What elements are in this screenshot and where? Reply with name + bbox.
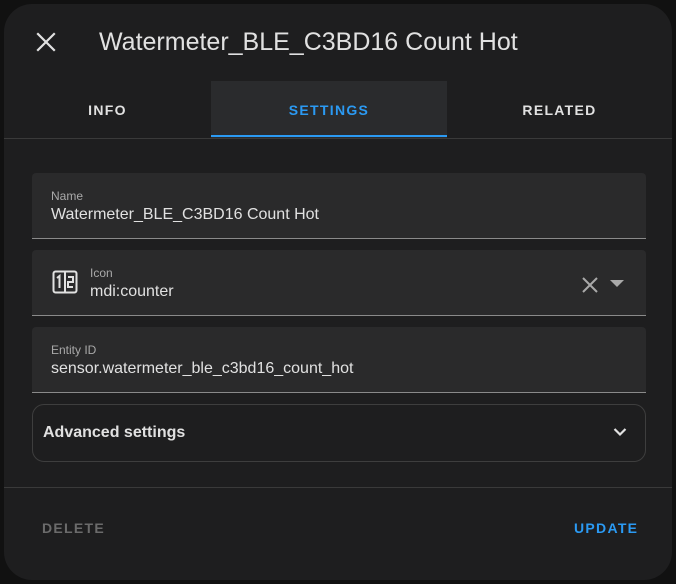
- entity-settings-dialog: Watermeter_BLE_C3BD16 Count Hot INFO SET…: [4, 4, 672, 580]
- dialog-header: Watermeter_BLE_C3BD16 Count Hot: [4, 4, 672, 80]
- advanced-settings-expander[interactable]: Advanced settings: [32, 404, 646, 462]
- delete-button[interactable]: DELETE: [30, 512, 117, 544]
- tab-bar: INFO SETTINGS RELATED: [4, 81, 672, 139]
- close-button[interactable]: [26, 22, 66, 62]
- active-tab-indicator: [211, 135, 447, 137]
- tab-info[interactable]: INFO: [4, 81, 211, 138]
- tab-settings[interactable]: SETTINGS: [211, 81, 447, 138]
- tab-related[interactable]: RELATED: [447, 81, 672, 138]
- update-button[interactable]: UPDATE: [562, 512, 650, 544]
- advanced-settings-label: Advanced settings: [43, 424, 186, 441]
- dialog-title: Watermeter_BLE_C3BD16 Count Hot: [99, 28, 518, 56]
- counter-icon: [52, 270, 78, 294]
- icon-field[interactable]: Icon mdi:counter: [32, 250, 646, 316]
- entity-id-field-label: Entity ID: [51, 343, 97, 357]
- chevron-down-icon: [613, 428, 627, 437]
- name-field-value[interactable]: Watermeter_BLE_C3BD16 Count Hot: [51, 206, 319, 224]
- clear-icon[interactable]: [581, 276, 599, 294]
- dropdown-arrow-icon[interactable]: [610, 280, 624, 288]
- footer-divider: [4, 487, 672, 488]
- name-field-label: Name: [51, 189, 84, 203]
- icon-field-value[interactable]: mdi:counter: [90, 283, 174, 301]
- icon-field-label: Icon: [90, 266, 113, 280]
- close-icon: [36, 32, 56, 52]
- entity-id-field-value[interactable]: sensor.watermeter_ble_c3bd16_count_hot: [51, 360, 353, 378]
- entity-id-field[interactable]: Entity ID sensor.watermeter_ble_c3bd16_c…: [32, 327, 646, 393]
- name-field[interactable]: Name Watermeter_BLE_C3BD16 Count Hot: [32, 173, 646, 239]
